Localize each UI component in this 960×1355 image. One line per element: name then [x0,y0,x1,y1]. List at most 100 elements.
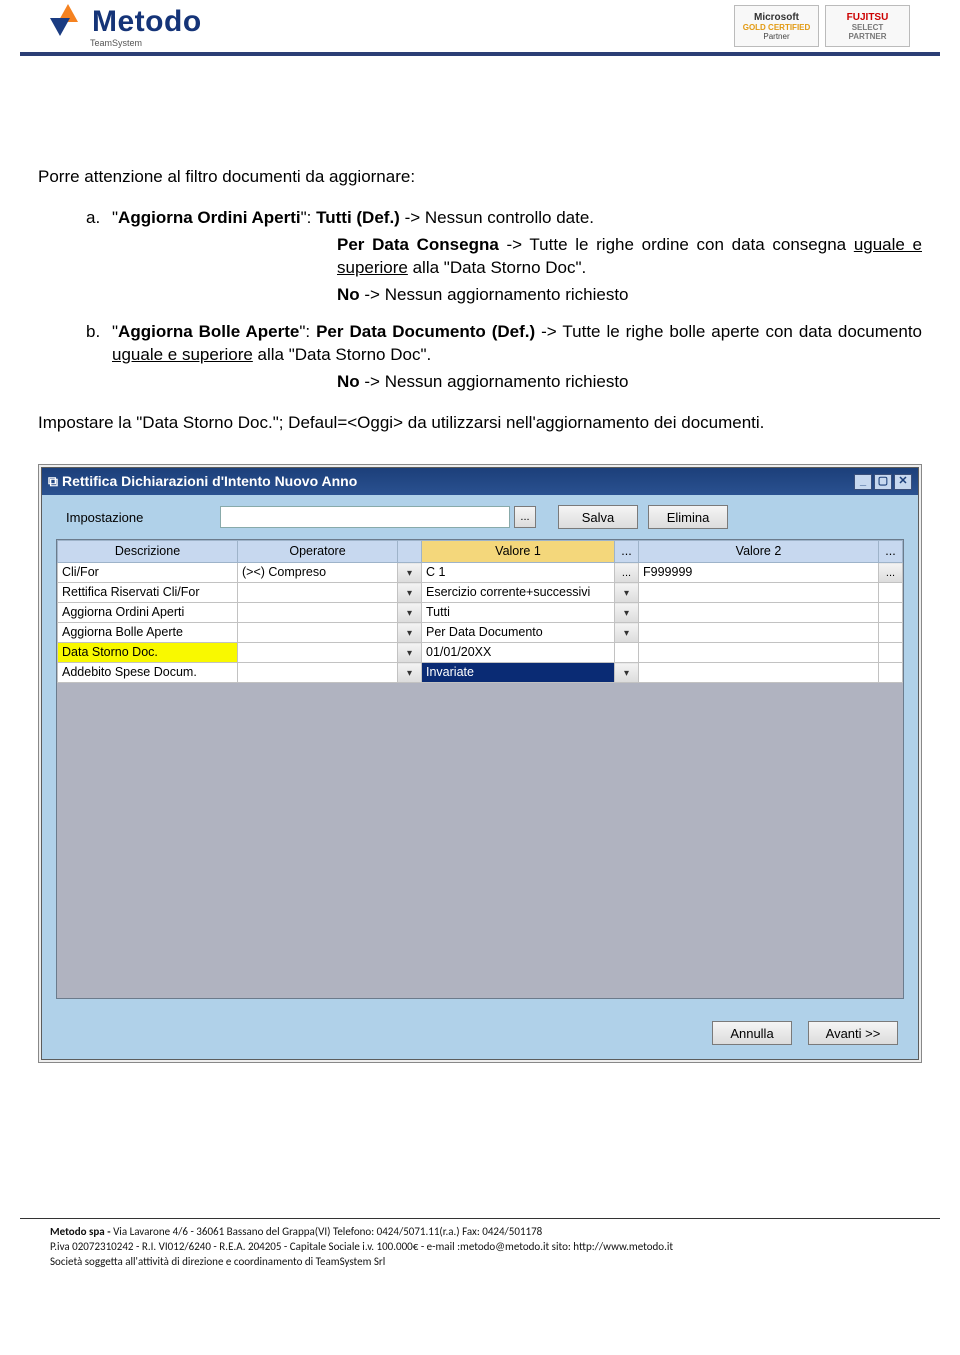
cell-empty [879,643,903,663]
ms-badge: Microsoft GOLD CERTIFIED Partner [734,5,819,47]
cell-v1[interactable]: Tutti [422,603,615,623]
p2-text: Impostare la "Data Storno Doc."; Defaul=… [38,412,922,435]
cell-op[interactable] [238,583,398,603]
cell-v2[interactable] [639,643,879,663]
cell-v1[interactable]: Invariate [422,663,615,683]
cell-op[interactable] [238,643,398,663]
dropdown-icon[interactable] [398,643,422,663]
logo-text: Metodo [92,5,202,39]
dropdown-icon[interactable] [615,663,639,683]
page-header: Metodo TeamSystem Microsoft GOLD CERTIFI… [20,0,940,56]
window-buttons: _ ▢ ✕ [854,474,912,490]
cell-v1[interactable]: Esercizio corrente+successivi [422,583,615,603]
cell-empty [879,663,903,683]
cell-desc[interactable]: Data Storno Doc. [58,643,238,663]
cell-op[interactable] [238,623,398,643]
item-b-cont2: No -> Nessun aggiornamento richiesto [112,371,922,394]
cell-v1[interactable]: Per Data Documento [422,623,615,643]
table-row[interactable]: Addebito Spese Docum. Invariate [58,663,903,683]
cell-v2[interactable] [639,583,879,603]
item-a-cont2: No -> Nessun aggiornamento richiesto [112,284,922,307]
header-left: Metodo TeamSystem [50,4,202,48]
col-desc[interactable]: Descrizione [58,541,238,563]
lookup-icon[interactable] [615,563,639,583]
cell-desc[interactable]: Rettifica Riservati Cli/For [58,583,238,603]
cell-v2[interactable] [639,623,879,643]
logo-arrow-icon [50,4,86,40]
impostazione-input[interactable] [220,506,510,528]
fujitsu-badge: FUJITSU SELECT PARTNER [825,5,910,47]
badge1-line2: GOLD CERTIFIED [741,23,812,32]
bottom-buttons: Annulla Avanti >> [42,1007,918,1059]
col-v2[interactable]: Valore 2 [639,541,879,563]
cell-desc[interactable]: Aggiorna Bolle Aperte [58,623,238,643]
dropdown-icon[interactable] [398,623,422,643]
dropdown-icon[interactable] [615,583,639,603]
cell-desc[interactable]: Aggiorna Ordini Aperti [58,603,238,623]
table-row[interactable]: Aggiorna Ordini Aperti Tutti [58,603,903,623]
cell-empty [879,603,903,623]
grid-wrap: Descrizione Operatore Valore 1 ... Valor… [56,539,904,999]
cell-op[interactable]: (><) Compreso [238,563,398,583]
footer-line3: Società soggetta all'attività di direzio… [50,1255,910,1270]
item-a-letter: a. [86,207,112,307]
footer-line1: Metodo spa - Via Lavarone 4/6 - 36061 Ba… [50,1225,910,1240]
dropdown-icon[interactable] [398,663,422,683]
col-v2-dd: ... [879,541,903,563]
title-icon: ⧉ [48,472,58,491]
dropdown-icon[interactable] [398,583,422,603]
table-row[interactable]: Rettifica Riservati Cli/For Esercizio cor… [58,583,903,603]
avanti-button[interactable]: Avanti >> [808,1021,898,1045]
dropdown-icon[interactable] [615,623,639,643]
list-item-b: b. "Aggiorna Bolle Aperte": Per Data Doc… [86,321,922,394]
cell-empty [879,583,903,603]
item-b-body: "Aggiorna Bolle Aperte": Per Data Docume… [112,321,922,394]
footer: Metodo spa - Via Lavarone 4/6 - 36061 Ba… [20,1218,940,1280]
col-op[interactable]: Operatore [238,541,398,563]
item-a-cont1: Per Data Consegna -> Tutte le righe ordi… [112,234,922,280]
header-right: Microsoft GOLD CERTIFIED Partner FUJITSU… [734,5,910,47]
table-row[interactable]: Cli/For(><) Compreso C 1 F999999 [58,563,903,583]
cell-v2[interactable] [639,663,879,683]
close-button[interactable]: ✕ [894,474,912,490]
cell-v2[interactable] [639,603,879,623]
cell-empty [879,623,903,643]
intro-text: Porre attenzione al filtro documenti da … [38,166,922,189]
maximize-button[interactable]: ▢ [874,474,892,490]
item-a-name: Aggiorna Ordini Aperti [118,208,301,227]
minimize-button[interactable]: _ [854,474,872,490]
dropdown-icon[interactable] [615,603,639,623]
cell-desc[interactable]: Cli/For [58,563,238,583]
list: a. "Aggiorna Ordini Aperti": Tutti (Def.… [38,207,922,394]
col-v1[interactable]: Valore 1 [422,541,615,563]
grid: Descrizione Operatore Valore 1 ... Valor… [57,540,903,683]
item-a-body: "Aggiorna Ordini Aperti": Tutti (Def.) -… [112,207,922,307]
cell-op[interactable] [238,603,398,623]
window: ⧉ Rettifica Dichiarazioni d'Intento Nuov… [41,467,919,1060]
toolbar: Impostazione ... Salva Elimina [42,495,918,539]
annulla-button[interactable]: Annulla [712,1021,792,1045]
salva-button[interactable]: Salva [558,505,638,529]
logo: Metodo [50,4,202,40]
item-b-letter: b. [86,321,112,394]
cell-op[interactable] [238,663,398,683]
lookup-icon[interactable] [879,563,903,583]
table-row[interactable]: Aggiorna Bolle Aperte Per Data Documento [58,623,903,643]
cell-v2[interactable]: F999999 [639,563,879,583]
dropdown-icon[interactable] [398,603,422,623]
dropdown-icon[interactable] [398,563,422,583]
col-op-dd [398,541,422,563]
table-row[interactable]: Data Storno Doc. 01/01/20XX [58,643,903,663]
lookup-button[interactable]: ... [514,506,536,528]
titlebar: ⧉ Rettifica Dichiarazioni d'Intento Nuov… [42,468,918,495]
elimina-button[interactable]: Elimina [648,505,728,529]
cell-v1[interactable]: 01/01/20XX [422,643,615,663]
window-title: Rettifica Dichiarazioni d'Intento Nuovo … [62,472,854,491]
cell-v1[interactable]: C 1 [422,563,615,583]
item-b-name: Aggiorna Bolle Aperte [118,322,299,341]
grid-empty-area [57,683,903,998]
list-item-a: a. "Aggiorna Ordini Aperti": Tutti (Def.… [86,207,922,307]
badge1-line3: Partner [741,32,812,41]
content: Porre attenzione al filtro documenti da … [20,166,940,1063]
cell-desc[interactable]: Addebito Spese Docum. [58,663,238,683]
